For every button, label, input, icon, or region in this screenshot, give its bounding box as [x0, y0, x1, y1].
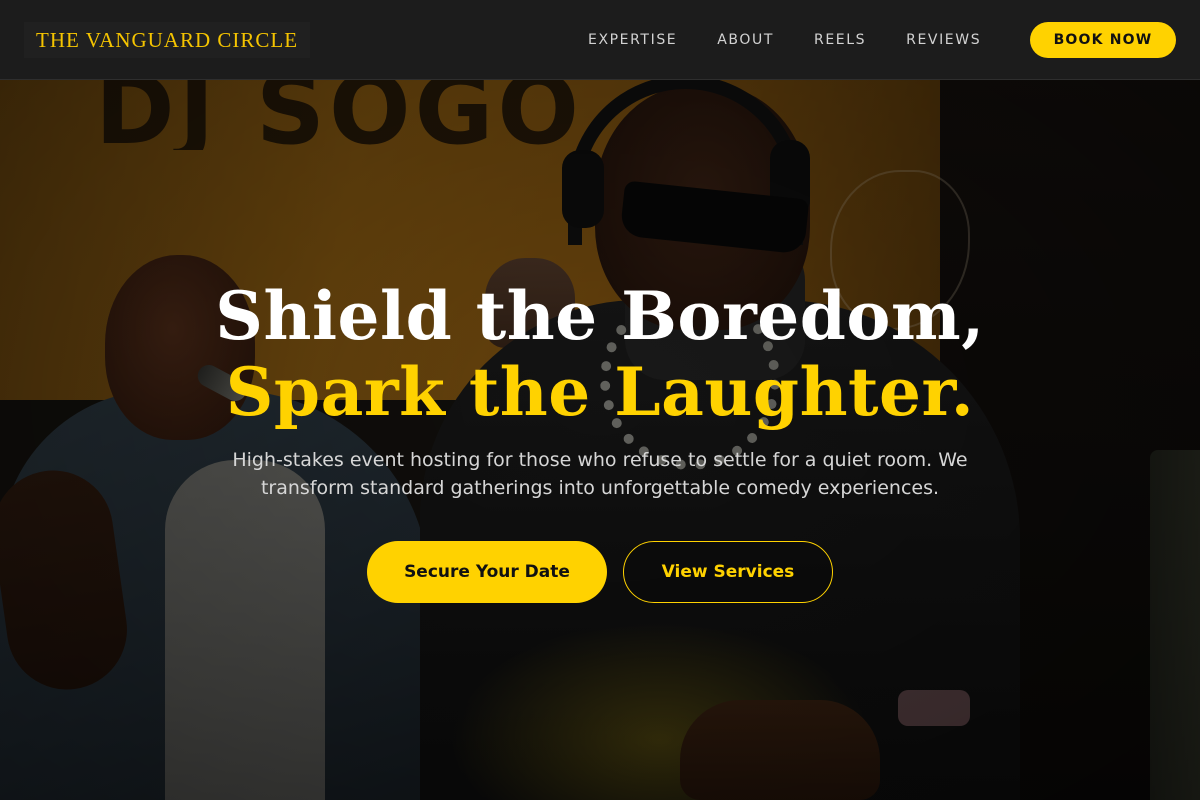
- top-navbar: THE VANGUARD CIRCLE EXPERTISE ABOUT REEL…: [0, 0, 1200, 80]
- nav-link-expertise[interactable]: EXPERTISE: [588, 32, 677, 48]
- view-services-button[interactable]: View Services: [623, 541, 833, 603]
- brand-logo[interactable]: THE VANGUARD CIRCLE: [24, 22, 311, 58]
- secure-your-date-button[interactable]: Secure Your Date: [367, 541, 607, 603]
- hero-cta-group: Secure Your Date View Services: [367, 541, 833, 603]
- nav-links: EXPERTISE ABOUT REELS REVIEWS: [568, 0, 1001, 80]
- hero-subtext: High-stakes event hosting for those who …: [232, 449, 968, 499]
- nav-link-reels[interactable]: REELS: [814, 32, 866, 48]
- nav-link-reviews[interactable]: REVIEWS: [906, 32, 981, 48]
- nav-link-about[interactable]: ABOUT: [717, 32, 774, 48]
- headline-line-2: Spark the Laughter.: [225, 353, 975, 431]
- headline-line-1: Shield the Boredom,: [215, 277, 985, 355]
- book-now-button[interactable]: BOOK NOW: [1030, 22, 1176, 58]
- hero-headline: Shield the Boredom, Spark the Laughter.: [0, 278, 1200, 430]
